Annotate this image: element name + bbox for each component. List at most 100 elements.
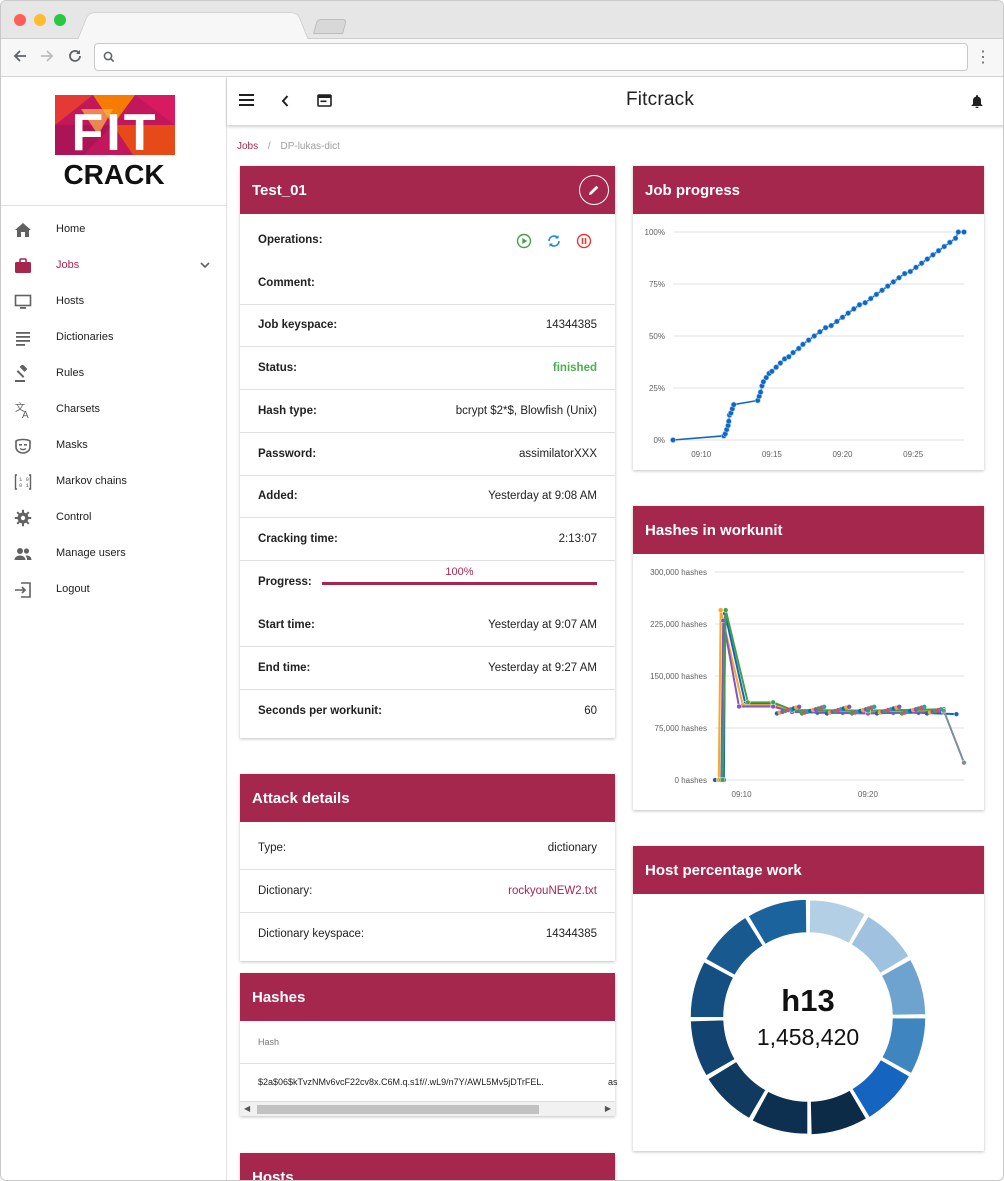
progress-point[interactable] — [890, 279, 897, 285]
workunit-point[interactable] — [847, 704, 852, 709]
workunit-point[interactable] — [822, 704, 827, 709]
sidebar-item-markov-chains[interactable]: 1 00 1 Markov chains — [1, 464, 227, 500]
logout-icon — [15, 582, 31, 598]
job-row-value: bcrypt $2*$, Blowfish (Unix) — [455, 405, 597, 417]
progress-point[interactable] — [896, 274, 902, 281]
sidebar-item-home[interactable]: Home — [1, 212, 227, 248]
breadcrumb-link-jobs[interactable]: Jobs — [237, 141, 258, 152]
progress-point[interactable] — [918, 260, 925, 267]
workunit-point[interactable] — [718, 607, 724, 613]
scroll-left-icon[interactable]: ◀ — [244, 1104, 250, 1113]
scroll-right-icon[interactable]: ▶ — [605, 1104, 611, 1113]
progress-point[interactable] — [839, 314, 846, 321]
dictionary-link[interactable]: rockyouNEW2.txt — [508, 885, 597, 897]
edit-job-button[interactable] — [579, 175, 609, 205]
play-icon[interactable] — [516, 233, 532, 249]
progress-point[interactable] — [935, 247, 942, 254]
progress-point[interactable] — [930, 251, 936, 258]
sidebar-item-manage-users[interactable]: Manage users — [1, 536, 227, 572]
browser-menu-icon[interactable]: ⋮ — [975, 47, 991, 67]
workunit-point[interactable] — [922, 704, 927, 709]
progress-point[interactable] — [768, 368, 775, 375]
progress-point[interactable] — [795, 345, 802, 352]
progress-point[interactable] — [955, 229, 962, 235]
sidebar-item-jobs[interactable]: Jobs — [1, 248, 227, 284]
sidebar-item-logout[interactable]: Logout — [1, 572, 227, 608]
progress-point[interactable] — [800, 341, 806, 348]
new-tab-button[interactable] — [312, 19, 348, 34]
progress-point[interactable] — [822, 324, 829, 331]
monitor-icon — [14, 294, 32, 309]
chevron-down-icon[interactable] — [199, 259, 211, 271]
progress-point[interactable] — [845, 310, 852, 317]
job-row-label: Seconds per workunit: — [258, 705, 382, 717]
progress-point[interactable] — [850, 306, 857, 312]
y-tick-label: 50% — [649, 332, 665, 341]
progress-point[interactable] — [670, 437, 676, 443]
progress-point[interactable] — [879, 287, 885, 294]
sidebar-item-dictionaries[interactable]: Dictionaries — [1, 320, 227, 356]
workunit-point[interactable] — [938, 707, 944, 712]
progress-point[interactable] — [811, 333, 818, 339]
browser-tab-active[interactable] — [77, 12, 309, 41]
progress-point[interactable] — [828, 322, 835, 329]
progress-point[interactable] — [757, 389, 764, 396]
progress-point[interactable] — [941, 243, 948, 250]
maximize-window-button[interactable] — [54, 14, 66, 26]
progress-point[interactable] — [946, 239, 953, 246]
workunit-point[interactable] — [719, 777, 726, 783]
progress-point[interactable] — [790, 349, 796, 356]
progress-point[interactable] — [913, 264, 919, 271]
reload-icon[interactable] — [67, 48, 83, 69]
breadcrumb-separator: / — [267, 141, 271, 152]
progress-point[interactable] — [867, 295, 874, 302]
minimize-window-button[interactable] — [34, 14, 46, 26]
job-row-label: End time: — [258, 662, 311, 674]
pause-icon[interactable] — [576, 233, 592, 249]
progress-point[interactable] — [833, 318, 840, 325]
progress-point[interactable] — [961, 229, 967, 235]
workunit-point[interactable] — [872, 704, 877, 709]
sidebar-item-label: Charsets — [56, 403, 101, 415]
progress-point[interactable] — [856, 301, 863, 308]
horizontal-scrollbar[interactable]: ◀ ▶ — [240, 1101, 615, 1116]
sidebar-item-hosts[interactable]: Hosts — [1, 284, 227, 320]
hash-column-header[interactable]: Hash — [258, 1037, 279, 1047]
progress-point[interactable] — [785, 353, 792, 360]
workunit-point[interactable] — [770, 699, 776, 705]
workunit-point[interactable] — [897, 704, 902, 709]
progress-point[interactable] — [817, 328, 823, 335]
progress-point[interactable] — [805, 337, 812, 344]
progress-point[interactable] — [952, 235, 959, 242]
workunit-point[interactable] — [961, 760, 967, 766]
forward-arrow-icon[interactable] — [39, 48, 55, 69]
progress-point[interactable] — [901, 270, 908, 277]
progress-point[interactable] — [924, 256, 931, 262]
progress-point[interactable] — [884, 283, 891, 289]
progress-point[interactable] — [730, 401, 737, 408]
progress-point[interactable] — [773, 364, 780, 371]
pencil-icon — [589, 185, 599, 195]
progress-point[interactable] — [862, 299, 869, 306]
fitcrack-logo[interactable]: FIT CRACK — [53, 95, 175, 187]
close-window-button[interactable] — [14, 14, 26, 26]
progress-point[interactable] — [777, 360, 784, 366]
job-row: Operations: — [240, 214, 615, 262]
sidebar-item-control[interactable]: Control — [1, 500, 227, 536]
sidebar-item-charsets[interactable]: 文 A Charsets — [1, 392, 227, 428]
scrollbar-thumb[interactable] — [257, 1105, 539, 1114]
progress-point[interactable] — [873, 291, 880, 298]
workunit-point[interactable] — [745, 699, 751, 705]
bell-icon[interactable] — [971, 94, 983, 113]
sidebar-item-masks[interactable]: Masks — [1, 428, 227, 464]
workunit-point[interactable] — [953, 711, 960, 717]
restart-icon[interactable] — [546, 233, 562, 249]
workunit-point[interactable] — [723, 607, 729, 613]
address-bar-input[interactable] — [94, 43, 968, 71]
workunit-point[interactable] — [796, 704, 802, 709]
sidebar-item-rules[interactable]: Rules — [1, 356, 227, 392]
back-arrow-icon[interactable] — [12, 48, 28, 69]
progress-point[interactable] — [907, 268, 914, 275]
workunit-point[interactable] — [736, 703, 742, 710]
progress-point[interactable] — [725, 418, 732, 425]
